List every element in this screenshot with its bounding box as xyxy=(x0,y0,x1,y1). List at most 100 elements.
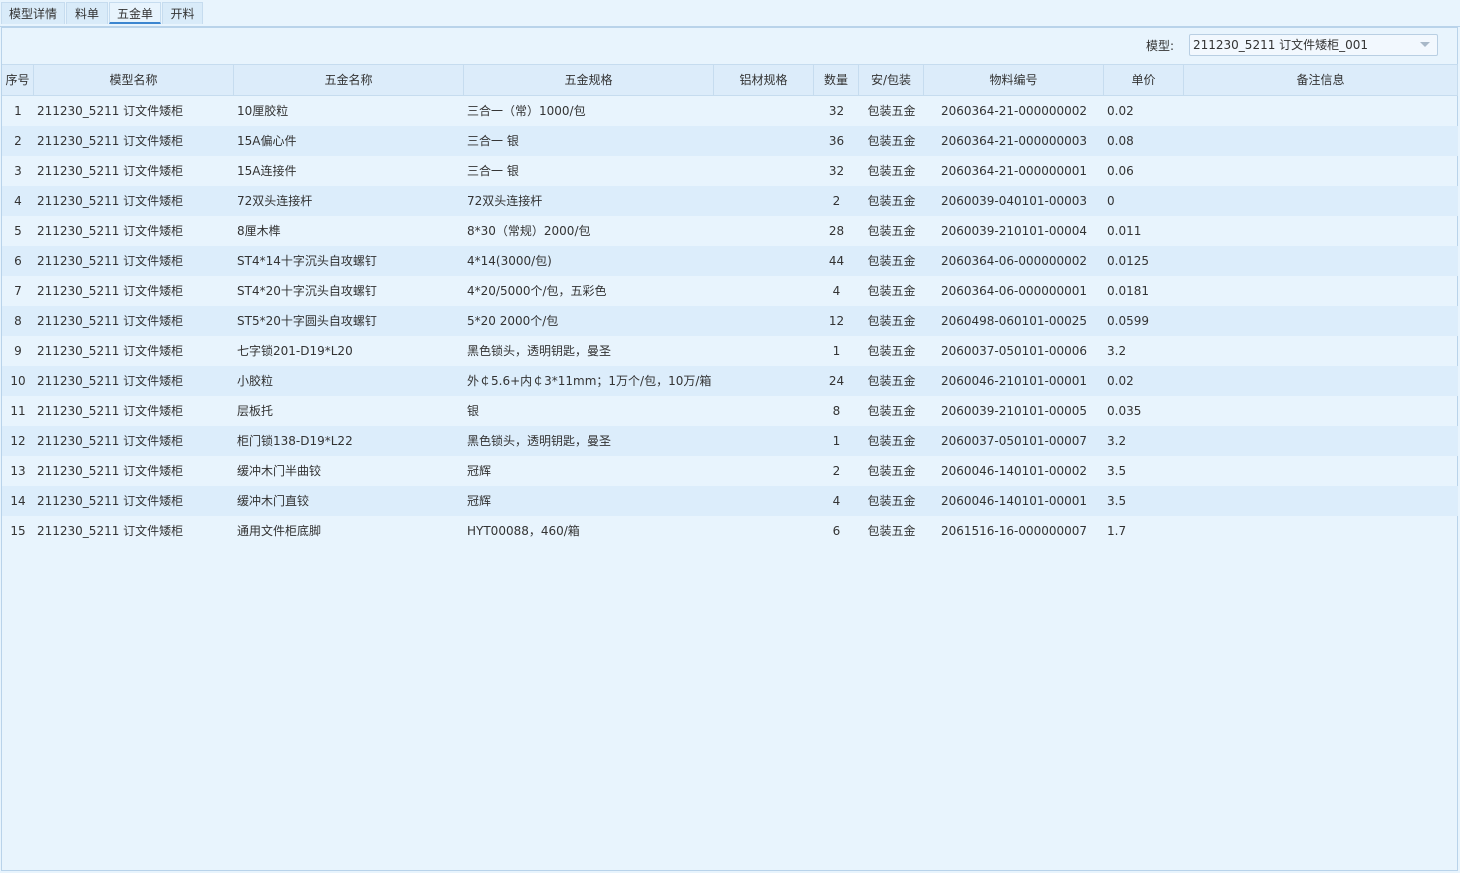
cell-aluminum-spec xyxy=(714,426,814,456)
column-header-install-package[interactable]: 安/包装 xyxy=(859,65,924,95)
cell-hardware-spec: 三合一 银 xyxy=(467,164,519,178)
cell-hardware-name: ST4*20十字沉头自攻螺钉 xyxy=(237,284,377,298)
cell-install-package: 包装五金 xyxy=(867,464,916,478)
table-row[interactable]: 2 211230_5211 订文件矮柜 15A偏心件 三合一 银 36 包装五金 20603… xyxy=(2,126,1458,156)
cell-unit-price: 3.5 xyxy=(1107,464,1127,478)
column-header-remarks[interactable]: 备注信息 xyxy=(1184,65,1458,95)
chevron-down-icon[interactable] xyxy=(1420,42,1430,47)
cell-hardware-spec: HYT00088，460/箱 xyxy=(467,524,580,538)
table-row[interactable]: 10 211230_5211 订文件矮柜 小胶粒 外￠5.6+内￠3*11mm；1万个… xyxy=(2,366,1458,396)
table-row[interactable]: 7 211230_5211 订文件矮柜 ST4*20十字沉头自攻螺钉 4*20/500… xyxy=(2,276,1458,306)
cell-unit-price: 0 xyxy=(1107,194,1115,208)
table-row[interactable]: 1 211230_5211 订文件矮柜 10厘胶粒 三合一（常）1000/包 32 包装五… xyxy=(2,96,1458,126)
column-header-hardware-spec[interactable]: 五金规格 xyxy=(464,65,714,95)
cell-aluminum-spec xyxy=(714,486,814,516)
column-header-model-name[interactable]: 模型名称 xyxy=(34,65,234,95)
cell-quantity: 32 xyxy=(828,164,845,178)
table-row[interactable]: 5 211230_5211 订文件矮柜 8厘木榫 8*30（常规）2000/包 28 包装… xyxy=(2,216,1458,246)
cell-unit-price: 3.2 xyxy=(1107,344,1127,358)
table-row[interactable]: 4 211230_5211 订文件矮柜 72双头连接杆 72双头连接杆 2 包装五金 206… xyxy=(2,186,1458,216)
cell-remarks xyxy=(1184,396,1458,426)
cell-aluminum-spec xyxy=(714,246,814,276)
table-row[interactable]: 9 211230_5211 订文件矮柜 七字锁201-D19*L20 黑色锁头，透明钥… xyxy=(2,336,1458,366)
cell-material-code: 2060364-06-000000001 xyxy=(940,284,1088,298)
cell-install-package: 包装五金 xyxy=(867,494,916,508)
tab-material-list[interactable]: 料单 xyxy=(66,2,108,24)
cell-unit-price: 0.011 xyxy=(1107,224,1142,238)
cell-hardware-spec: 银 xyxy=(467,404,480,418)
column-header-aluminum-spec[interactable]: 铝材规格 xyxy=(714,65,814,95)
cell-quantity: 1 xyxy=(832,344,841,358)
cell-model-name: 211230_5211 订文件矮柜 xyxy=(37,134,184,148)
cell-quantity: 1 xyxy=(832,434,841,448)
cell-hardware-spec: 8*30（常规）2000/包 xyxy=(467,224,591,238)
cell-remarks xyxy=(1184,96,1458,126)
table-row[interactable]: 8 211230_5211 订文件矮柜 ST5*20十字圆头自攻螺钉 5*20 200… xyxy=(2,306,1458,336)
cell-quantity: 4 xyxy=(832,494,841,508)
model-select[interactable]: 211230_5211 订文件矮柜_001 xyxy=(1189,34,1438,56)
cell-hardware-spec: 三合一 银 xyxy=(467,134,519,148)
cell-model-name: 211230_5211 订文件矮柜 xyxy=(37,284,184,298)
cell-install-package: 包装五金 xyxy=(867,434,916,448)
cell-install-package: 包装五金 xyxy=(867,254,916,268)
cell-remarks xyxy=(1184,156,1458,186)
cell-unit-price: 3.5 xyxy=(1107,494,1127,508)
cell-unit-price: 0.02 xyxy=(1107,104,1134,118)
cell-hardware-spec: 72双头连接杆 xyxy=(467,194,543,208)
cell-model-name: 211230_5211 订文件矮柜 xyxy=(37,254,184,268)
column-header-material-code[interactable]: 物料编号 xyxy=(924,65,1104,95)
cell-index: 11 xyxy=(10,404,26,418)
cell-unit-price: 0.06 xyxy=(1107,164,1134,178)
model-label: 模型: xyxy=(1146,39,1175,53)
tab-hardware-list[interactable]: 五金单 xyxy=(109,2,161,24)
cell-hardware-spec: 黑色锁头，透明钥匙，曼圣 xyxy=(467,434,612,448)
table-row[interactable]: 15 211230_5211 订文件矮柜 通用文件柜底脚 HYT00088，460/箱… xyxy=(2,516,1458,546)
table-row[interactable]: 12 211230_5211 订文件矮柜 柜门锁138-D19*L22 黑色锁头，透明… xyxy=(2,426,1458,456)
cell-aluminum-spec xyxy=(714,96,814,126)
table-row[interactable]: 13 211230_5211 订文件矮柜 缓冲木门半曲铰 冠辉 2 包装五金 2060046… xyxy=(2,456,1458,486)
cell-material-code: 2060364-21-000000003 xyxy=(940,134,1088,148)
cell-hardware-name: 10厘胶粒 xyxy=(237,104,289,118)
cell-hardware-name: 缓冲木门直铰 xyxy=(237,494,310,508)
cell-unit-price: 0.0599 xyxy=(1107,314,1149,328)
cell-hardware-name: 8厘木榫 xyxy=(237,224,281,238)
cell-hardware-spec: 4*14(3000/包) xyxy=(467,254,552,268)
cell-hardware-name: 15A连接件 xyxy=(237,164,297,178)
tab-model-details[interactable]: 模型详情 xyxy=(1,2,65,24)
cell-material-code: 2060364-21-000000002 xyxy=(940,104,1088,118)
cell-quantity: 2 xyxy=(832,464,841,478)
cell-install-package: 包装五金 xyxy=(867,374,916,388)
cell-model-name: 211230_5211 订文件矮柜 xyxy=(37,104,184,118)
cell-remarks xyxy=(1184,276,1458,306)
column-header-quantity[interactable]: 数量 xyxy=(814,65,859,95)
cell-hardware-spec: 5*20 2000个/包 xyxy=(467,314,559,328)
column-header-unit-price[interactable]: 单价 xyxy=(1104,65,1184,95)
cell-material-code: 2060039-040101-00003 xyxy=(940,194,1088,208)
cell-aluminum-spec xyxy=(714,216,814,246)
cell-index: 8 xyxy=(14,314,22,328)
cell-install-package: 包装五金 xyxy=(867,404,916,418)
cell-remarks xyxy=(1184,366,1458,396)
cell-quantity: 4 xyxy=(832,284,841,298)
cell-quantity: 2 xyxy=(832,194,841,208)
cell-hardware-name: 通用文件柜底脚 xyxy=(237,524,322,538)
cell-material-code: 2060364-21-000000001 xyxy=(940,164,1088,178)
cell-index: 7 xyxy=(14,284,22,298)
cell-install-package: 包装五金 xyxy=(867,194,916,208)
table-row[interactable]: 14 211230_5211 订文件矮柜 缓冲木门直铰 冠辉 4 包装五金 2060046-… xyxy=(2,486,1458,516)
cell-hardware-spec: 黑色锁头，透明钥匙，曼圣 xyxy=(467,344,612,358)
cell-index: 10 xyxy=(10,374,26,388)
cell-aluminum-spec xyxy=(714,276,814,306)
cell-install-package: 包装五金 xyxy=(867,164,916,178)
tab-cutting[interactable]: 开料 xyxy=(162,2,203,24)
column-header-hardware-name[interactable]: 五金名称 xyxy=(234,65,464,95)
table-row[interactable]: 6 211230_5211 订文件矮柜 ST4*14十字沉头自攻螺钉 4*14(300… xyxy=(2,246,1458,276)
cell-unit-price: 0.035 xyxy=(1107,404,1142,418)
table-row[interactable]: 11 211230_5211 订文件矮柜 层板托 银 8 包装五金 2060039-2101… xyxy=(2,396,1458,426)
column-header-index[interactable]: 序号 xyxy=(2,65,34,95)
cell-model-name: 211230_5211 订文件矮柜 xyxy=(37,404,184,418)
table-row[interactable]: 3 211230_5211 订文件矮柜 15A连接件 三合一 银 32 包装五金 20603… xyxy=(2,156,1458,186)
cell-hardware-spec: 4*20/5000个/包，五彩色 xyxy=(467,284,607,298)
cell-material-code: 2060046-140101-00001 xyxy=(940,494,1088,508)
cell-model-name: 211230_5211 订文件矮柜 xyxy=(37,314,184,328)
